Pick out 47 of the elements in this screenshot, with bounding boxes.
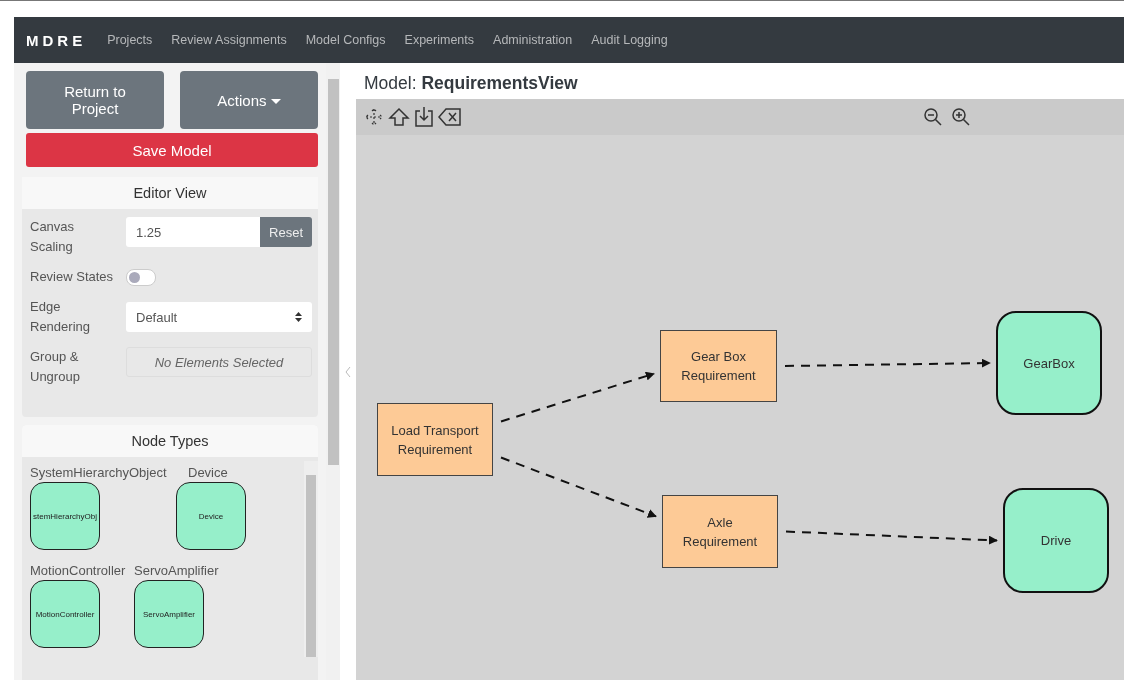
node-type-shape[interactable]: MotionController: [30, 580, 100, 648]
block-node[interactable]: Drive: [1003, 488, 1109, 593]
dashed-arrow[interactable]: [784, 358, 991, 368]
field-label: Group & Ungroup: [30, 348, 81, 386]
node-type-label: ServoAmplifier: [134, 563, 219, 578]
node-type-shape[interactable]: ServoAmplifier: [134, 580, 204, 648]
caret-icon: [270, 99, 281, 105]
save-model-button[interactable]: Save Model: [26, 133, 318, 167]
move-icon[interactable]: [364, 107, 384, 127]
edge-rendering-select[interactable]: Default: [126, 302, 312, 332]
model-title: Model: RequirementsView: [363, 72, 579, 95]
group-field: No Elements Selected: [126, 347, 312, 377]
requirement-node[interactable]: Load Transport Requirement: [377, 403, 493, 476]
field-label: Canvas Scaling: [30, 218, 76, 256]
nav-link[interactable]: Projects: [107, 33, 153, 47]
dashed-arrow[interactable]: [785, 530, 998, 545]
nav-link[interactable]: Audit Logging: [591, 33, 668, 47]
nav-link[interactable]: Review Assignments: [171, 33, 287, 47]
card-header: Editor View: [22, 177, 318, 209]
node-type-shape[interactable]: stemHierarchyObj: [30, 482, 100, 550]
requirement-node[interactable]: Gear Box Requirement: [660, 330, 777, 402]
block-node[interactable]: GearBox: [996, 311, 1102, 415]
node-type-label: MotionController: [30, 563, 126, 578]
scrollbar[interactable]: [304, 461, 318, 657]
zoom-in-icon[interactable]: [951, 107, 971, 127]
reset-button[interactable]: Reset: [260, 217, 312, 247]
delete-icon[interactable]: [438, 107, 462, 127]
nav-link[interactable]: Experiments: [404, 33, 475, 47]
actions-dropdown-button[interactable]: Actions: [180, 71, 318, 129]
node-type-label: Device: [188, 465, 228, 480]
download-icon[interactable]: [414, 106, 434, 128]
arrow-up-icon[interactable]: [388, 107, 410, 127]
sort-arrows-icon: [295, 312, 302, 322]
node-type-shape[interactable]: Device: [176, 482, 246, 550]
dashed-arrow[interactable]: [500, 371, 655, 423]
review-states-toggle[interactable]: [126, 268, 156, 286]
zoom-out-icon[interactable]: [923, 107, 943, 127]
field-label: Edge Rendering: [30, 298, 91, 336]
nav-link[interactable]: Administration: [493, 33, 573, 47]
brand-logo[interactable]: MDRE: [26, 31, 87, 49]
field-label: Review States: [30, 268, 115, 286]
canvas-scaling-input[interactable]: 1.25: [126, 217, 261, 247]
nav-link[interactable]: Model Configs: [305, 33, 386, 47]
card-header: Node Types: [22, 425, 318, 457]
node-type-label: SystemHierarchyObject: [30, 465, 167, 480]
requirement-node[interactable]: Axle Requirement: [662, 495, 778, 568]
return-to-project-button[interactable]: Return to Project: [26, 71, 164, 129]
